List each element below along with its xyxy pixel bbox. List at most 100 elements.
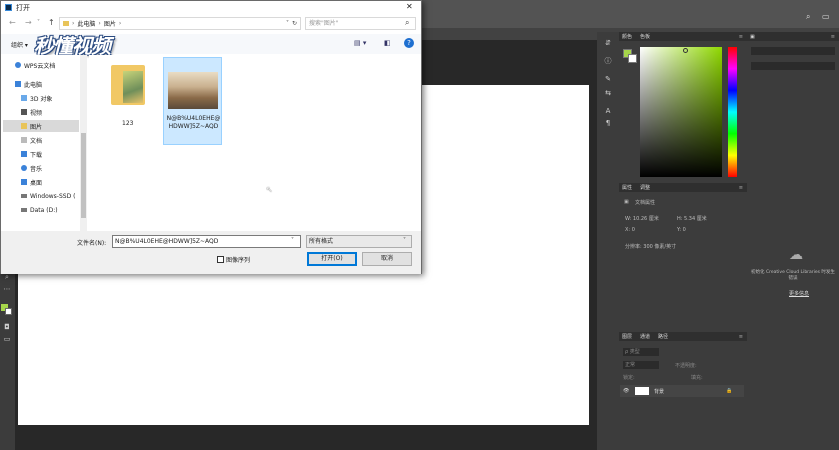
back-arrow-icon[interactable]: ← (9, 18, 16, 27)
history-dropdown-icon[interactable]: ˅ (37, 19, 40, 26)
tab-channels[interactable]: 通道 (640, 333, 650, 340)
image-sequence-label[interactable]: 图像序列 (226, 255, 250, 264)
mouse-cursor-icon: ↖ (266, 185, 273, 194)
background-color-swatch[interactable] (5, 308, 12, 315)
sidebar-item-wps-cloud[interactable]: WPS云文档 (3, 59, 79, 71)
open-button[interactable]: 打开(O) (307, 252, 357, 266)
search-input[interactable]: 搜索"图片" (305, 17, 416, 30)
sidebar-item-music[interactable]: 音乐 (3, 162, 79, 174)
organize-menu[interactable]: 组织 ▾ (11, 40, 28, 49)
sidebar-item-windows-ssd[interactable]: Windows-SSD ( (3, 190, 79, 202)
more-info-link[interactable]: 更多信息 (789, 290, 809, 297)
ps-libraries-panel: ▣ ≡ ☁ 初始化 Creative Cloud Libraries 时发生错误… (747, 32, 839, 450)
scrollbar-thumb[interactable] (81, 133, 86, 218)
sidebar-item-label: 视频 (30, 109, 43, 117)
library-search[interactable] (751, 62, 835, 70)
sidebar-item-pictures[interactable]: 图片 (3, 120, 79, 132)
history-icon[interactable]: ⇵ (603, 38, 613, 48)
more-tools-icon[interactable]: ⋯ (2, 284, 12, 294)
drive-icon (21, 194, 27, 198)
tab-layers[interactable]: 图层 (622, 333, 632, 340)
address-bar[interactable]: › 此电脑 › 图片 › ˅ ↻ (59, 17, 301, 30)
info-icon[interactable]: ⓘ (603, 56, 613, 66)
workspace-icon[interactable]: ▭ (822, 12, 830, 21)
screen-mode-icon[interactable]: ▭ (2, 334, 12, 344)
sidebar-item-downloads[interactable]: 下载 (3, 148, 79, 160)
preview-pane-icon[interactable]: ◧ (384, 39, 391, 47)
open-dialog: 打开 ✕ ← → ˅ ↑ › 此电脑 › 图片 › ˅ ↻ 搜索"图片" ⌕ 组… (0, 0, 422, 274)
layer-row-background[interactable]: 👁 背景 🔒 (620, 385, 744, 397)
pictures-icon (21, 123, 27, 129)
properties-panel-header: 属性 调整 ≡ (619, 183, 747, 192)
character-icon[interactable]: A (603, 106, 613, 116)
filetype-select[interactable]: 所有格式 (306, 235, 412, 248)
library-select[interactable] (751, 47, 835, 55)
blend-mode-select[interactable]: 正常 (623, 361, 659, 369)
panel-menu-icon[interactable]: ≡ (831, 34, 835, 40)
up-arrow-icon[interactable]: ↑ (48, 18, 55, 27)
sidebar-item-label: 3D 对象 (30, 95, 53, 103)
close-icon[interactable]: ✕ (406, 2, 413, 11)
cancel-button[interactable]: 取消 (362, 252, 412, 266)
panel-menu-icon[interactable]: ≡ (739, 34, 743, 40)
sidebar-item-this-pc[interactable]: 此电脑 (3, 78, 79, 90)
search-icon[interactable]: ⌕ (806, 12, 810, 22)
breadcrumb-this-pc[interactable]: 此电脑 (77, 19, 95, 28)
dialog-bottom-bar: 文件名(N): N@B%U4L0EHE@HDWW]5Z~AQD ˅ 所有格式 ˅… (1, 231, 421, 274)
sidebar-item-label: 文档 (30, 137, 43, 145)
tab-swatches[interactable]: 色板 (640, 33, 650, 40)
folder-preview-image (123, 71, 143, 103)
desktop-icon (21, 179, 27, 185)
brush-icon[interactable]: ✎ (603, 74, 613, 84)
layer-kind-filter[interactable]: ρ 类型 (623, 348, 659, 356)
photoshop-app-icon (5, 4, 12, 11)
layers-panel-header: 图层 通道 路径 ≡ (619, 332, 747, 341)
paragraph-icon[interactable]: ¶ (603, 118, 613, 128)
eye-icon[interactable]: 👁 (623, 388, 629, 394)
refresh-icon[interactable]: ↻ (292, 20, 297, 27)
dialog-title-bar: 打开 ✕ (1, 1, 421, 14)
filename-dropdown-icon[interactable]: ˅ (291, 237, 294, 244)
filetype-dropdown-icon[interactable]: ˅ (403, 237, 406, 244)
libraries-icon[interactable]: ▣ (750, 34, 755, 40)
sidebar-item-data-d[interactable]: Data (D:) (3, 204, 79, 216)
color-picker-field[interactable] (640, 47, 722, 177)
sidebar-item-videos[interactable]: 视频 (3, 106, 79, 118)
tab-properties[interactable]: 属性 (622, 184, 632, 191)
adjust-icon[interactable]: ⇆ (603, 88, 613, 98)
quick-mask-icon[interactable]: ◘ (2, 322, 12, 332)
view-options-icon[interactable]: ▤ ▾ (354, 39, 366, 47)
color-panel-bg-swatch[interactable] (628, 54, 637, 63)
panel-menu-icon[interactable]: ≡ (739, 185, 743, 191)
help-icon[interactable]: ? (404, 38, 414, 48)
breadcrumb-pictures[interactable]: 图片 (104, 19, 116, 28)
address-dropdown-icon[interactable]: ˅ (286, 20, 289, 27)
tab-adjustments[interactable]: 调整 (640, 184, 650, 191)
sidebar-item-label: 桌面 (30, 179, 43, 187)
file-list: 123 N@B%U4L0EHE@HDWW]5Z~AQD (89, 55, 421, 231)
computer-icon (15, 81, 21, 87)
tab-color[interactable]: 颜色 (622, 33, 632, 40)
sidebar-item-3d[interactable]: 3D 对象 (3, 92, 79, 104)
download-icon (21, 151, 27, 157)
image-sequence-checkbox[interactable] (217, 256, 224, 263)
cloud-icon (15, 62, 21, 68)
document-icon (21, 137, 27, 143)
color-picker-cursor (683, 48, 688, 53)
sidebar-item-desktop[interactable]: 桌面 (3, 176, 79, 188)
tab-paths[interactable]: 路径 (658, 333, 668, 340)
height-value: H: 5.34 厘米 (677, 216, 707, 222)
y-value: Y: 0 (677, 227, 686, 233)
width-value: W: 10.26 厘米 (625, 216, 659, 222)
layer-name: 背景 (654, 389, 665, 395)
filename-input[interactable]: N@B%U4L0EHE@HDWW]5Z~AQD (112, 235, 301, 248)
panel-menu-icon[interactable]: ≡ (739, 334, 743, 340)
file-item-image[interactable]: N@B%U4L0EHE@HDWW]5Z~AQD (163, 57, 222, 145)
sidebar-scrollbar[interactable] (80, 55, 87, 231)
forward-arrow-icon[interactable]: → (25, 18, 32, 27)
ps-panel-icons-strip: ⇵ ⓘ ✎ ⇆ A ¶ (597, 32, 619, 450)
hue-slider[interactable] (728, 47, 737, 177)
navigation-sidebar: WPS云文档 此电脑 3D 对象 视频 图片 文档 下载 音乐 桌面 Windo… (3, 55, 81, 231)
sidebar-item-documents[interactable]: 文档 (3, 134, 79, 146)
opacity-label: 不透明度: (675, 363, 697, 369)
